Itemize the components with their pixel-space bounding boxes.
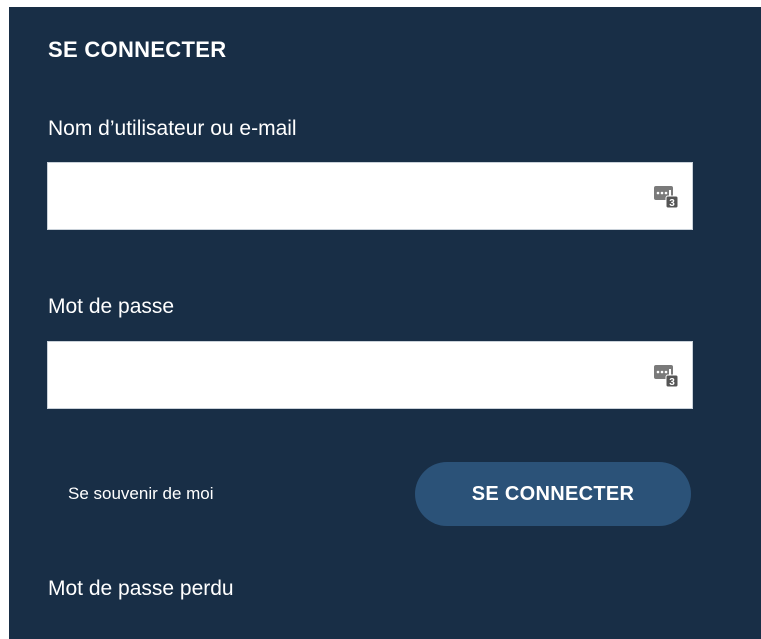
password-input[interactable] xyxy=(48,342,648,408)
login-panel: SE CONNECTER Nom d’utilisateur ou e-mail… xyxy=(9,7,761,639)
username-input[interactable] xyxy=(48,163,648,229)
password-manager-icon[interactable]: 3 xyxy=(654,184,678,208)
username-field-wrapper: 3 xyxy=(47,162,693,230)
remember-me-label[interactable]: Se souvenir de moi xyxy=(68,484,214,504)
login-title: SE CONNECTER xyxy=(48,37,227,62)
lost-password-link[interactable]: Mot de passe perdu xyxy=(48,577,234,601)
password-manager-badge: 3 xyxy=(669,198,675,208)
password-label: Mot de passe xyxy=(48,295,175,318)
username-label: Nom d’utilisateur ou e-mail xyxy=(48,117,297,140)
login-button[interactable]: SE CONNECTER xyxy=(415,462,691,526)
password-field-wrapper: 3 xyxy=(47,341,693,409)
password-manager-icon[interactable]: 3 xyxy=(654,363,678,387)
password-manager-badge: 3 xyxy=(669,377,675,387)
